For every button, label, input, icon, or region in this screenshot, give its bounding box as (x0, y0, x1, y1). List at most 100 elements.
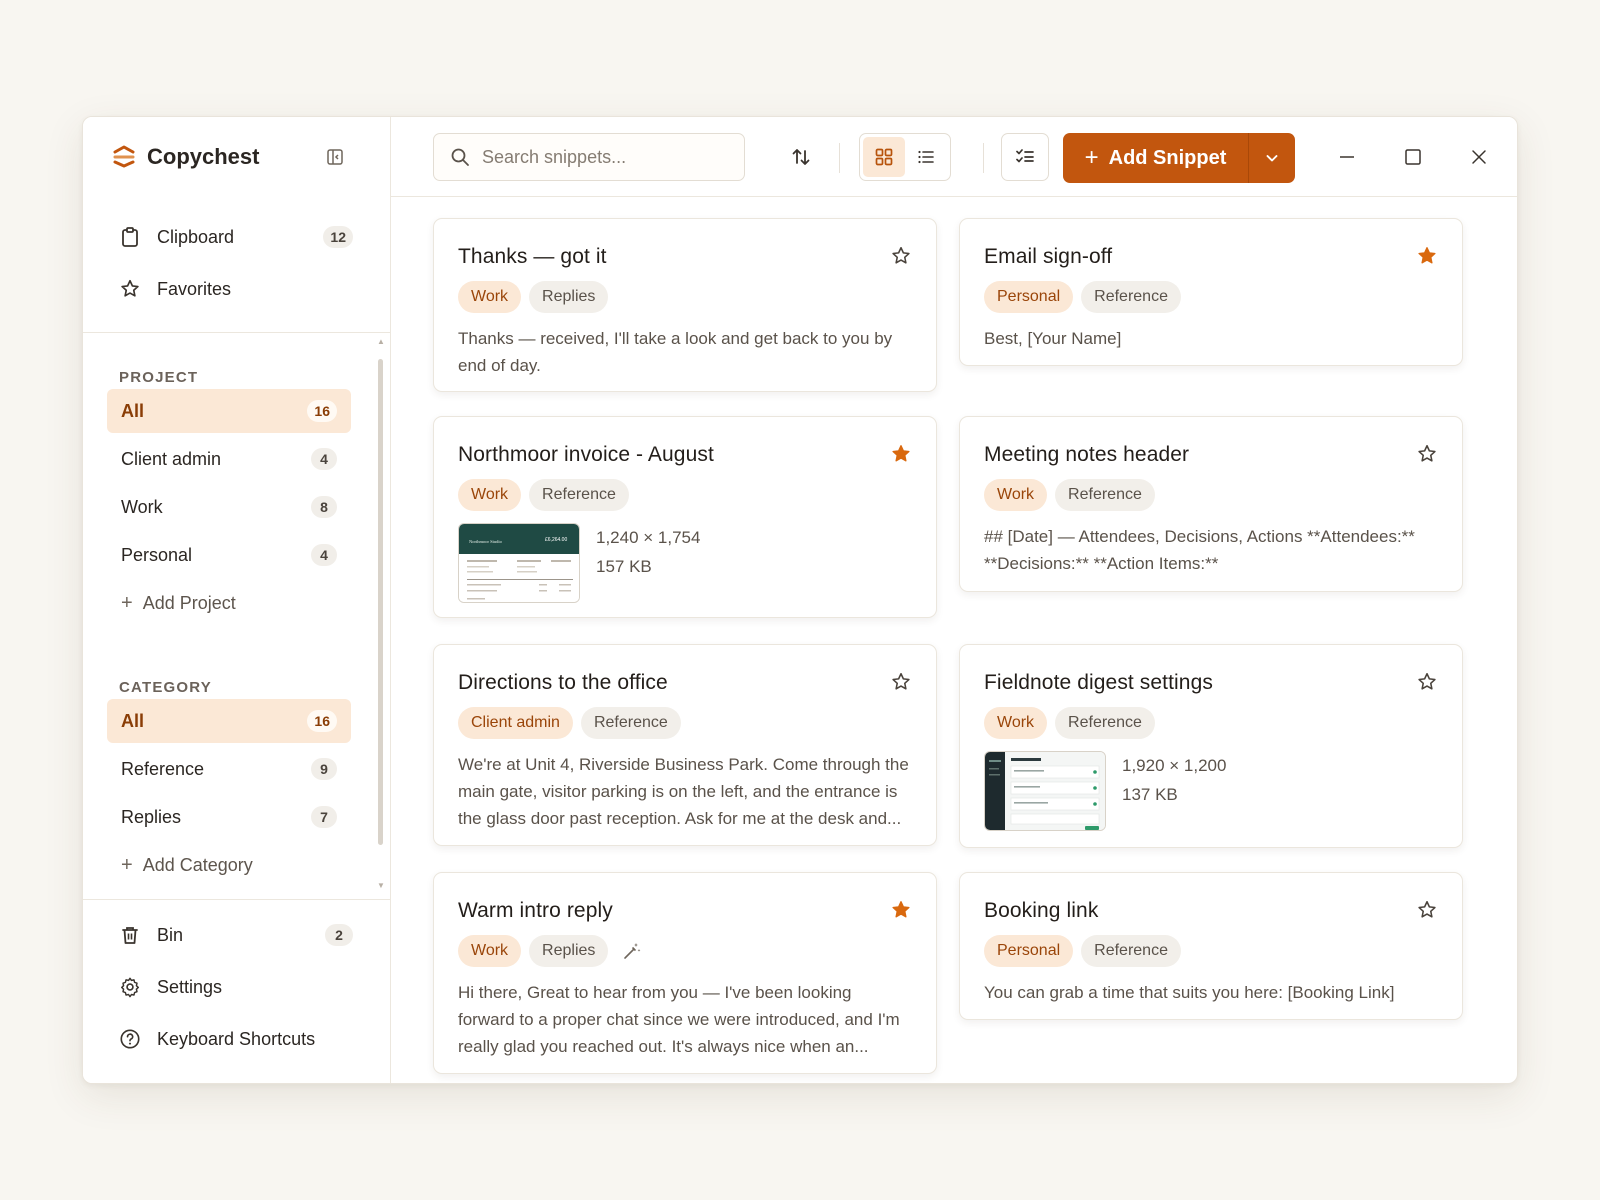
star-filled-icon[interactable] (1416, 245, 1438, 267)
multi-select-button[interactable] (1001, 133, 1049, 181)
add-snippet-button[interactable]: + Add Snippet (1063, 133, 1249, 183)
snippet-card[interactable]: Fieldnote digest settings Work Reference (959, 644, 1463, 848)
category-item-label: Replies (121, 806, 182, 827)
project-tag[interactable]: Personal (984, 281, 1074, 313)
category-tag[interactable]: Replies (529, 281, 609, 313)
tag-list: Work Reference (458, 479, 912, 511)
nav-settings-label: Settings (157, 976, 223, 997)
category-item-replies[interactable]: Replies 7 (107, 795, 351, 839)
nav-clipboard[interactable]: Clipboard 12 (107, 215, 363, 259)
tag-list: Client admin Reference (458, 707, 912, 739)
collapse-sidebar-button[interactable] (325, 147, 345, 167)
category-item-reference[interactable]: Reference 9 (107, 747, 351, 791)
grid-view-button[interactable] (863, 137, 905, 177)
snippet-card[interactable]: Warm intro reply Work Replies Hi there, … (433, 872, 937, 1074)
bin-count-badge: 2 (325, 924, 353, 946)
snippet-card[interactable]: Northmoor invoice - August Work Referenc… (433, 416, 937, 618)
maximize-button[interactable] (1395, 139, 1431, 175)
nav-settings[interactable]: Settings (107, 965, 363, 1009)
project-tag[interactable]: Client admin (458, 707, 573, 739)
tag-list: Work Reference (984, 479, 1438, 511)
invoice-preview-image: Northmoor Studio £6,264.00 (459, 524, 579, 602)
image-meta: 1,920 × 1,200 137 KB (1122, 751, 1226, 809)
snippet-card[interactable]: Directions to the office Client admin Re… (433, 644, 937, 846)
category-tag[interactable]: Reference (1055, 707, 1155, 739)
sidebar-scroll-thumb[interactable] (378, 359, 383, 845)
copychest-logo-icon (113, 145, 135, 168)
nav-favorites[interactable]: Favorites (107, 267, 363, 311)
category-count-badge: 16 (307, 710, 337, 732)
category-tag[interactable]: Reference (1081, 935, 1181, 967)
list-view-button[interactable] (905, 137, 947, 177)
project-tag[interactable]: Work (458, 281, 522, 313)
bottom-nav: Bin 2 Settings Keyboard Shortcuts (107, 913, 363, 1069)
project-item-personal[interactable]: Personal 4 (107, 533, 351, 577)
category-tag[interactable]: Reference (529, 479, 629, 511)
project-tag[interactable]: Work (984, 707, 1048, 739)
sidebar-scrollbar[interactable]: ▲ ▼ (377, 337, 385, 897)
help-circle-icon (119, 1028, 141, 1050)
minimize-button[interactable] (1329, 139, 1365, 175)
add-category-button[interactable]: + Add Category (107, 843, 351, 887)
image-preview-row: Northmoor Studio £6,264.00 1,240 × 1,754… (458, 523, 912, 603)
invoice-thumbnail[interactable]: Northmoor Studio £6,264.00 (458, 523, 580, 603)
project-tag[interactable]: Personal (984, 935, 1074, 967)
grid-icon (875, 148, 893, 166)
snippet-title: Northmoor invoice - August (458, 443, 714, 466)
search-input[interactable] (482, 146, 722, 168)
snippet-card[interactable]: Meeting notes header Work Reference ## [… (959, 416, 1463, 592)
project-tag[interactable]: Work (984, 479, 1048, 511)
project-item-all[interactable]: All 16 (107, 389, 351, 433)
sidebar-divider (83, 332, 391, 333)
star-outline-icon[interactable] (890, 671, 912, 693)
nav-bin[interactable]: Bin 2 (107, 913, 363, 957)
star-outline-icon[interactable] (1416, 443, 1438, 465)
star-outline-icon[interactable] (1416, 671, 1438, 693)
category-list: All 16 Reference 9 Replies 7 + Add Categ… (107, 699, 351, 891)
project-item-client-admin[interactable]: Client admin 4 (107, 437, 351, 481)
tag-list: Work Reference (984, 707, 1438, 739)
snippet-title: Fieldnote digest settings (984, 671, 1213, 694)
project-tag[interactable]: Work (458, 935, 522, 967)
settings-screenshot-thumbnail[interactable] (984, 751, 1106, 831)
snippet-card[interactable]: Email sign-off Personal Reference Best, … (959, 218, 1463, 366)
tag-list: Personal Reference (984, 281, 1438, 313)
snippet-preview: We're at Unit 4, Riverside Business Park… (458, 755, 909, 828)
scroll-down-icon[interactable]: ▼ (377, 882, 385, 890)
star-outline-icon[interactable] (1416, 899, 1438, 921)
plus-icon: + (121, 591, 133, 614)
category-tag[interactable]: Replies (529, 935, 609, 967)
category-item-label: All (121, 710, 145, 731)
snippet-title: Thanks — got it (458, 245, 607, 268)
project-item-label: Work (121, 496, 163, 517)
snippet-card[interactable]: Booking link Personal Reference You can … (959, 872, 1463, 1020)
nav-keyboard-shortcuts[interactable]: Keyboard Shortcuts (107, 1017, 363, 1061)
snippet-card[interactable]: Thanks — got it Work Replies Thanks — re… (433, 218, 937, 392)
star-filled-icon[interactable] (890, 899, 912, 921)
add-snippet-label: Add Snippet (1108, 146, 1227, 169)
scroll-up-icon[interactable]: ▲ (377, 338, 385, 346)
add-snippet-menu-button[interactable] (1249, 133, 1295, 183)
sort-button[interactable] (777, 133, 825, 181)
project-tag[interactable]: Work (458, 479, 522, 511)
snippet-preview: Thanks — received, I'll take a look and … (458, 329, 893, 375)
search-box[interactable] (433, 133, 745, 181)
project-item-label: Client admin (121, 448, 222, 469)
image-dimensions: 1,240 × 1,754 (596, 528, 701, 547)
nav-favorites-label: Favorites (157, 278, 232, 299)
category-tag[interactable]: Reference (580, 707, 681, 739)
category-tag[interactable]: Reference (1055, 479, 1155, 511)
category-item-all[interactable]: All 16 (107, 699, 351, 743)
category-tag[interactable]: Reference (1081, 281, 1181, 313)
star-filled-icon[interactable] (890, 443, 912, 465)
star-outline-icon[interactable] (890, 245, 912, 267)
nav-shortcuts-label: Keyboard Shortcuts (157, 1028, 316, 1049)
search-icon (451, 148, 469, 166)
tag-list: Work Replies (458, 935, 912, 967)
top-nav: Clipboard 12 Favorites (107, 215, 363, 319)
project-item-work[interactable]: Work 8 (107, 485, 351, 529)
main-panel: + Add Snippet Thanks — got it (391, 117, 1517, 1083)
add-project-button[interactable]: + Add Project (107, 581, 351, 625)
close-button[interactable] (1461, 139, 1497, 175)
snippet-title: Directions to the office (458, 671, 668, 694)
